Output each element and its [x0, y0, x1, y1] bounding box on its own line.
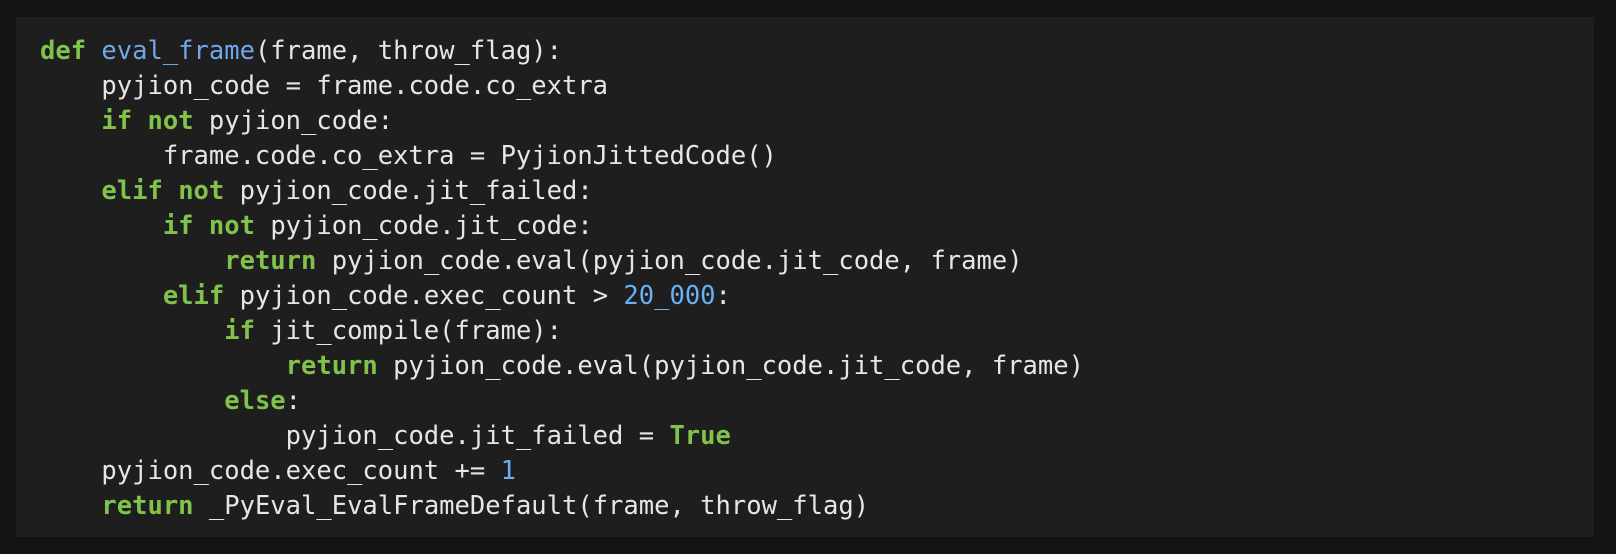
code-line: elif not pyjion_code.jit_failed: [40, 174, 1594, 209]
code-text-token: (frame, throw_flag): [254, 36, 562, 66]
keyword-token: if [162, 211, 194, 241]
code-line: elif pyjion_code.exec_count > 20_000: [40, 279, 1594, 314]
keyword-token: return [101, 491, 194, 521]
code-text-token: pyjion_code.exec_count += [40, 456, 501, 486]
keyword-token: return [224, 246, 317, 276]
keyword-token: if [101, 106, 133, 136]
code-line: else: [40, 384, 1594, 419]
code-text-token: pyjion_code: [193, 106, 394, 136]
code-text-token: : [285, 386, 302, 416]
function-name-token: eval_frame [101, 36, 255, 66]
code-line: pyjion_code.jit_failed = True [40, 419, 1594, 454]
code-text-token: frame.code.co_extra = PyjionJittedCode() [40, 141, 777, 171]
code-text-token: jit_compile(frame): [254, 316, 562, 346]
code-text-token: pyjion_code.eval(pyjion_code.jit_code, f… [316, 246, 1023, 276]
code-line: pyjion_code = frame.code.co_extra [40, 69, 1594, 104]
keyword-token: else [224, 386, 286, 416]
code-text-token: pyjion_code.exec_count > [224, 281, 624, 311]
code-line: def eval_frame(frame, throw_flag): [40, 34, 1594, 69]
code-line: return pyjion_code.eval(pyjion_code.jit_… [40, 244, 1594, 279]
code-text-token: pyjion_code.jit_code: [254, 211, 593, 241]
number-token: 20_000 [623, 281, 716, 311]
code-line: return _PyEval_EvalFrameDefault(frame, t… [40, 489, 1594, 524]
number-token: 1 [500, 456, 516, 486]
code-line: return pyjion_code.eval(pyjion_code.jit_… [40, 349, 1594, 384]
keyword-token: not [208, 211, 255, 241]
code-text-token: pyjion_code.jit_failed = [40, 421, 670, 451]
keyword-token: def [40, 36, 87, 66]
code-text-token: _PyEval_EvalFrameDefault(frame, throw_fl… [193, 491, 870, 521]
keyword-token: elif [101, 176, 163, 206]
code-line: if not pyjion_code.jit_code: [40, 209, 1594, 244]
code-line: if not pyjion_code: [40, 104, 1594, 139]
code-text-token: pyjion_code = frame.code.co_extra [40, 71, 609, 101]
code-text-token: pyjion_code.eval(pyjion_code.jit_code, f… [377, 351, 1084, 381]
keyword-token: elif [162, 281, 225, 311]
keyword-token: not [178, 176, 225, 206]
code-line: pyjion_code.exec_count += 1 [40, 454, 1594, 489]
code-editor-panel[interactable]: def eval_frame(frame, throw_flag): pyjio… [16, 17, 1594, 537]
keyword-token: if [224, 316, 255, 346]
keyword-token: not [147, 106, 194, 136]
keyword-token: return [285, 351, 378, 381]
code-line: if jit_compile(frame): [40, 314, 1594, 349]
code-text-token: : [715, 281, 731, 311]
code-text-token: pyjion_code.jit_failed: [224, 176, 593, 206]
code-line: frame.code.co_extra = PyjionJittedCode() [40, 139, 1594, 174]
keyword-token: True [669, 421, 731, 451]
